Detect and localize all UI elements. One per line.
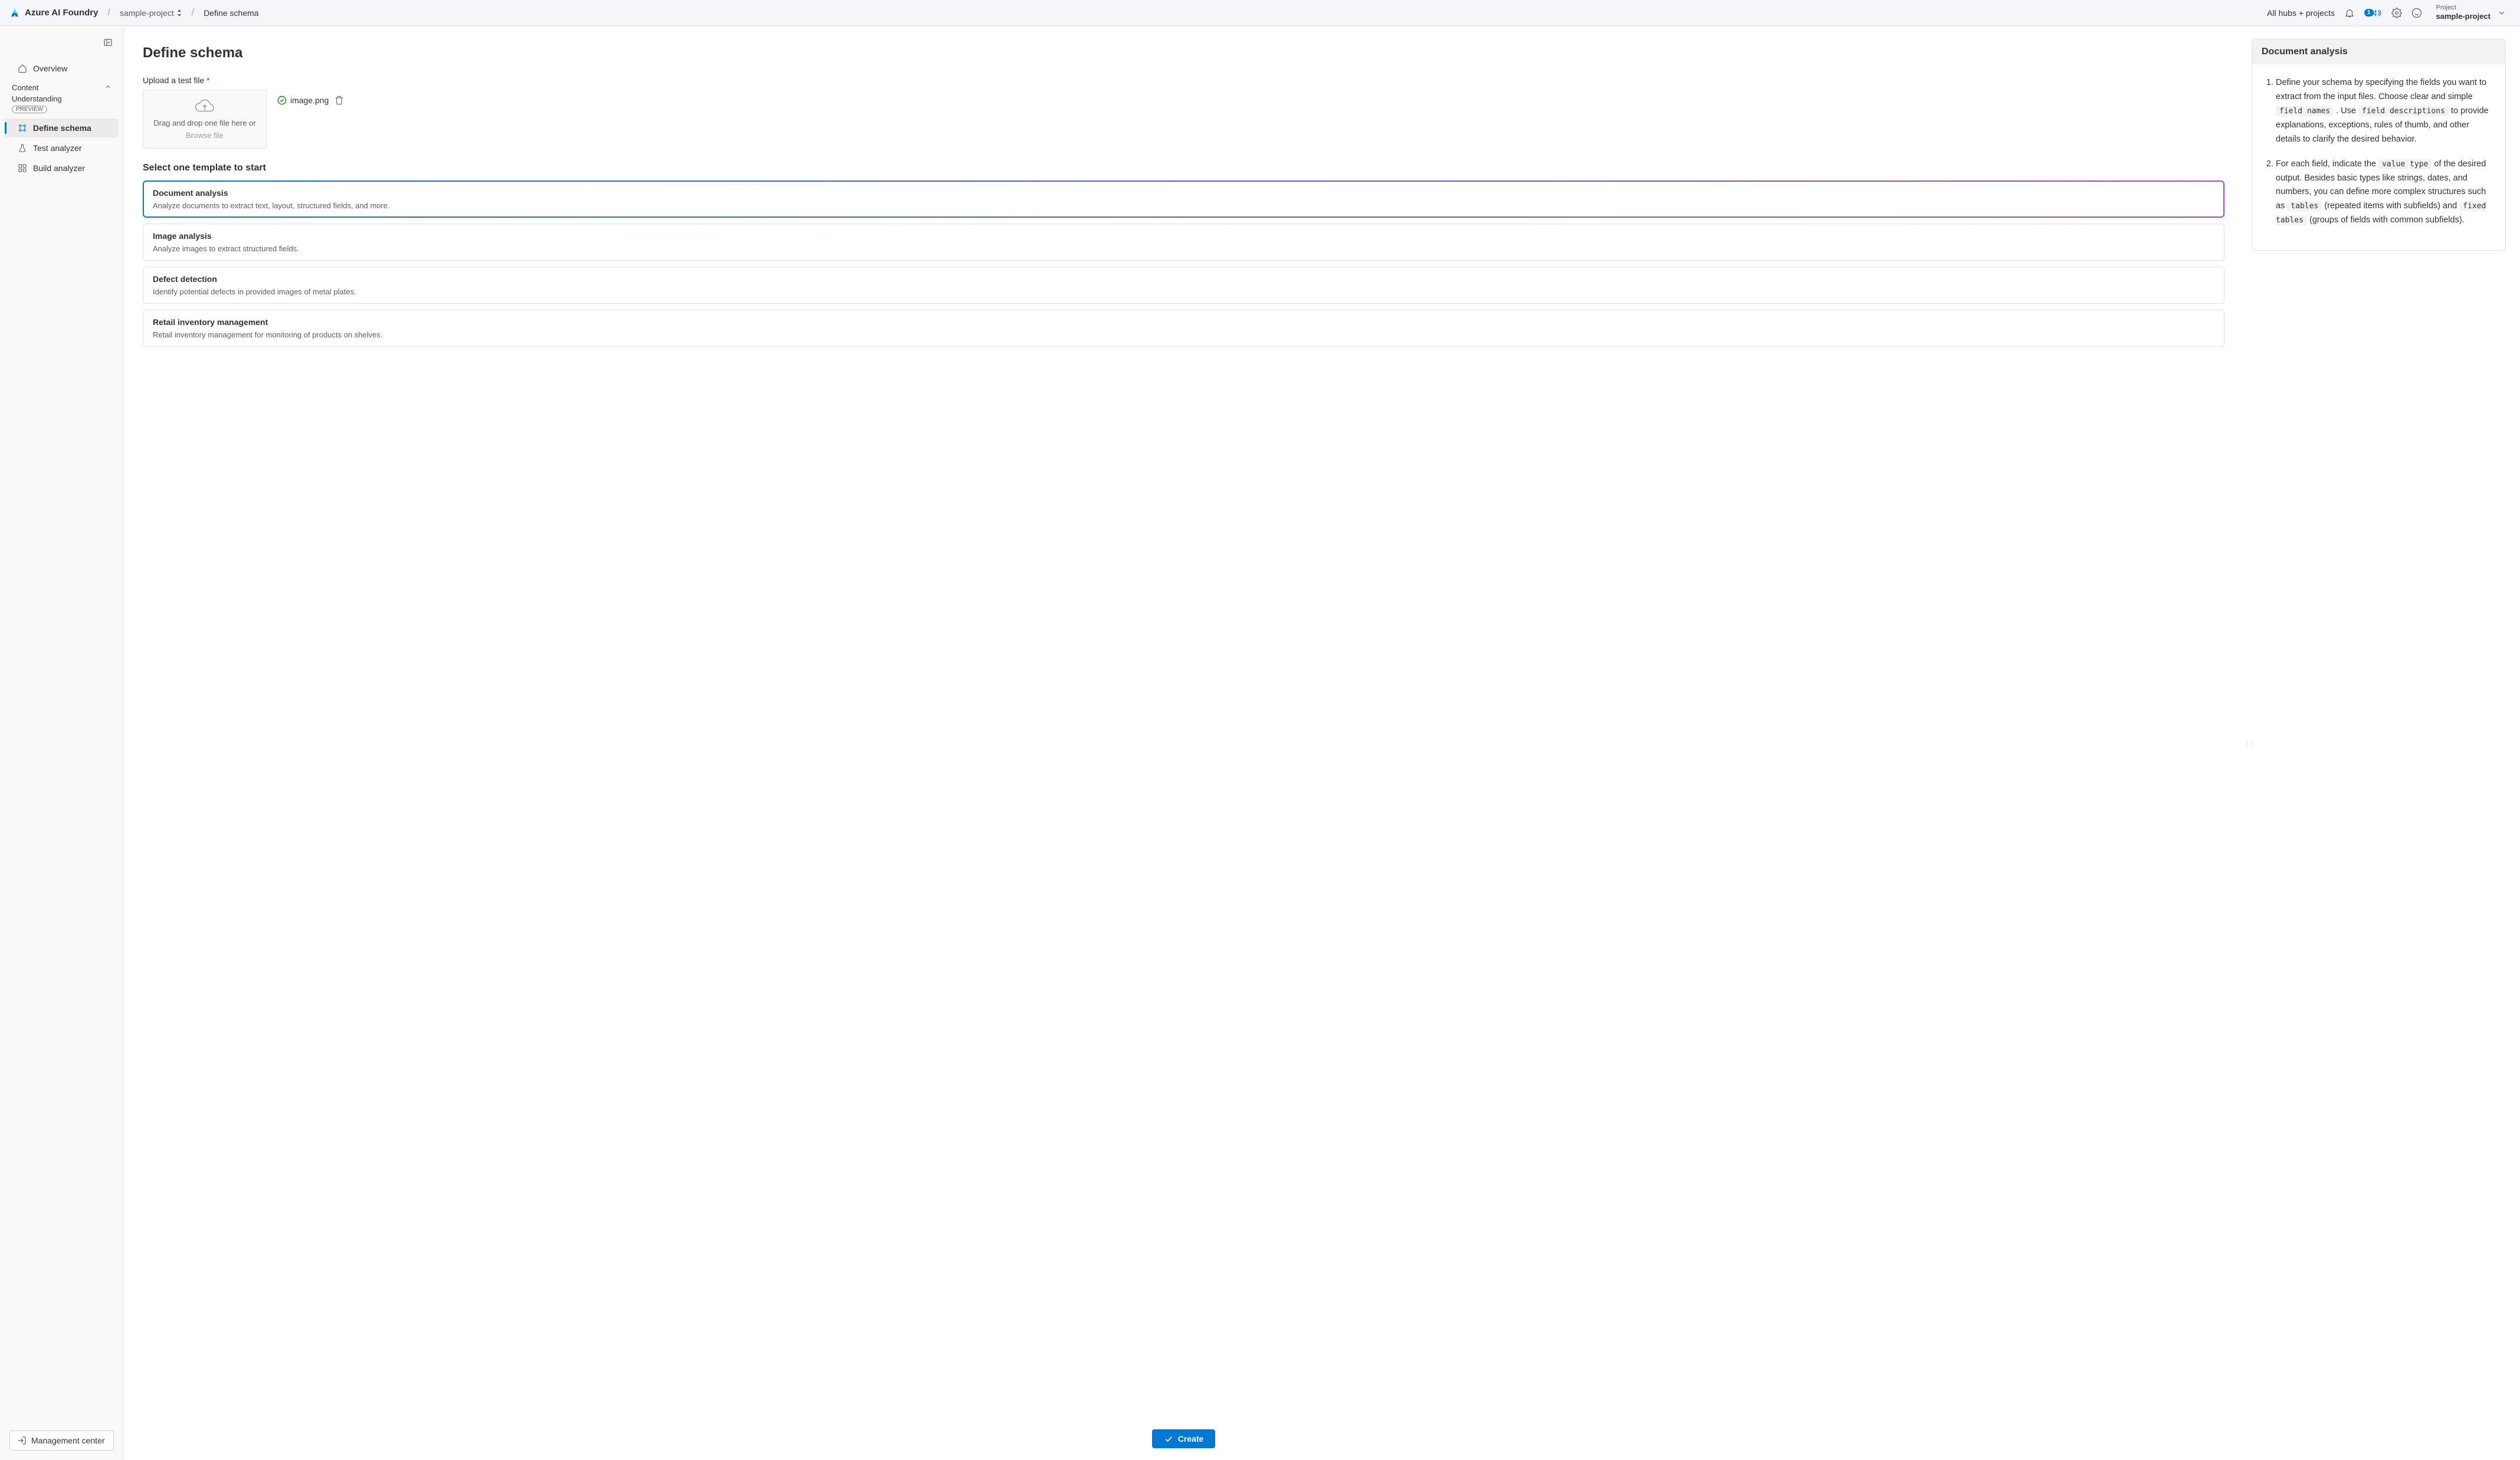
right-panel: Document analysis Define your schema by …	[2252, 28, 2520, 1460]
sidebar-item-label: Build analyzer	[33, 163, 85, 173]
template-card-image-analysis[interactable]: Image analysis Analyze images to extract…	[143, 224, 2224, 261]
main-content: Define schema Upload a test file * Drag …	[124, 28, 2520, 1460]
create-button[interactable]: Create	[1152, 1429, 1216, 1448]
gear-icon[interactable]	[2391, 8, 2402, 18]
header-right: All hubs + projects 1 Project sample-pro…	[2267, 2, 2511, 24]
flask-icon	[18, 143, 27, 153]
project-selector-value: sample-project	[2436, 12, 2491, 21]
template-title: Document analysis	[153, 188, 2214, 198]
announcement-badge: 1	[2364, 9, 2374, 17]
code-field-descriptions: field descriptions	[2358, 106, 2449, 116]
splitter-handle[interactable]: ⋮⋮	[2246, 28, 2252, 1460]
breadcrumb-separator: /	[192, 8, 194, 18]
info-card-title: Document analysis	[2252, 40, 2505, 64]
check-circle-icon	[277, 96, 287, 105]
management-center-label: Management center	[31, 1436, 105, 1445]
sidebar-item-label: Test analyzer	[33, 143, 81, 153]
file-dropzone[interactable]: Drag and drop one file here or Browse fi…	[143, 90, 267, 149]
sidebar-item-label: Overview	[33, 64, 67, 73]
sidebar-item-build-analyzer[interactable]: Build analyzer	[5, 159, 119, 178]
breadcrumb-project[interactable]: sample-project	[120, 8, 182, 18]
template-title: Retail inventory management	[153, 317, 2214, 327]
browse-file-link[interactable]: Browse file	[186, 131, 224, 140]
code-value-type: value type	[2378, 159, 2432, 169]
templates-heading: Select one template to start	[143, 163, 2224, 173]
template-card-document-analysis[interactable]: Document analysis Analyze documents to e…	[143, 181, 2224, 218]
app-name: Azure AI Foundry	[25, 8, 98, 18]
code-tables: tables	[2287, 201, 2322, 211]
home-icon	[18, 64, 27, 73]
chevron-up-icon	[104, 83, 111, 90]
management-center-button[interactable]: Management center	[9, 1431, 114, 1451]
exit-icon	[17, 1436, 27, 1445]
upload-row: Drag and drop one file here or Browse fi…	[143, 90, 2224, 149]
sidebar-item-test-analyzer[interactable]: Test analyzer	[5, 139, 119, 158]
breadcrumb-separator: /	[107, 8, 110, 18]
create-row: Create	[143, 1406, 2224, 1448]
template-desc: Identify potential defects in provided i…	[153, 287, 2214, 296]
template-title: Image analysis	[153, 231, 2214, 241]
header-left: Azure AI Foundry / sample-project / Defi…	[9, 8, 259, 18]
collapse-sidebar-button[interactable]	[103, 38, 113, 49]
sidebar: Overview Content Understanding PREVIEW D…	[0, 26, 124, 1460]
info-item-2: For each field, indicate the value type …	[2276, 158, 2492, 228]
template-desc: Retail inventory management for monitori…	[153, 330, 2214, 339]
uploaded-file: image.png	[277, 96, 344, 105]
uploaded-filename: image.png	[290, 96, 329, 105]
announcement-button[interactable]: 1	[2364, 8, 2382, 18]
check-icon	[1164, 1434, 1173, 1443]
sidebar-item-label: Define schema	[33, 123, 91, 133]
app-logo[interactable]: Azure AI Foundry	[9, 8, 98, 18]
schema-icon	[18, 123, 27, 133]
template-desc: Analyze images to extract structured fie…	[153, 244, 2214, 253]
required-indicator: *	[206, 76, 209, 85]
create-button-label: Create	[1178, 1434, 1204, 1443]
dropzone-text: Drag and drop one file here or	[153, 119, 255, 127]
azure-icon	[9, 8, 20, 18]
breadcrumb-current: Define schema	[204, 8, 258, 18]
template-card-defect-detection[interactable]: Defect detection Identify potential defe…	[143, 267, 2224, 304]
project-selector[interactable]: Project sample-project	[2432, 2, 2511, 24]
template-desc: Analyze documents to extract text, layou…	[153, 201, 2214, 210]
project-selector-label: Project	[2436, 4, 2491, 12]
content-left: Define schema Upload a test file * Drag …	[124, 28, 2246, 1460]
sidebar-item-overview[interactable]: Overview	[5, 59, 119, 78]
top-header: Azure AI Foundry / sample-project / Defi…	[0, 0, 2520, 26]
hubs-projects-link[interactable]: All hubs + projects	[2267, 8, 2335, 18]
delete-icon[interactable]	[334, 96, 344, 105]
info-card: Document analysis Define your schema by …	[2252, 39, 2506, 251]
code-field-names: field names	[2276, 106, 2334, 116]
info-item-1: Define your schema by specifying the fie…	[2276, 76, 2492, 147]
page-title: Define schema	[143, 45, 2224, 61]
preview-badge: PREVIEW	[12, 106, 47, 113]
template-card-retail-inventory[interactable]: Retail inventory management Retail inven…	[143, 310, 2224, 347]
bell-icon[interactable]	[2344, 8, 2355, 18]
build-icon	[18, 163, 27, 173]
info-card-body: Define your schema by specifying the fie…	[2252, 64, 2505, 250]
updown-icon	[176, 9, 182, 17]
cloud-upload-icon	[194, 99, 215, 115]
sidebar-item-define-schema[interactable]: Define schema	[5, 119, 119, 137]
upload-label: Upload a test file *	[143, 76, 2224, 85]
template-title: Defect detection	[153, 274, 2214, 284]
smiley-icon[interactable]	[2411, 8, 2422, 18]
chevron-down-icon	[2498, 9, 2506, 17]
sidebar-group-content-understanding[interactable]: Content Understanding PREVIEW	[0, 78, 123, 118]
